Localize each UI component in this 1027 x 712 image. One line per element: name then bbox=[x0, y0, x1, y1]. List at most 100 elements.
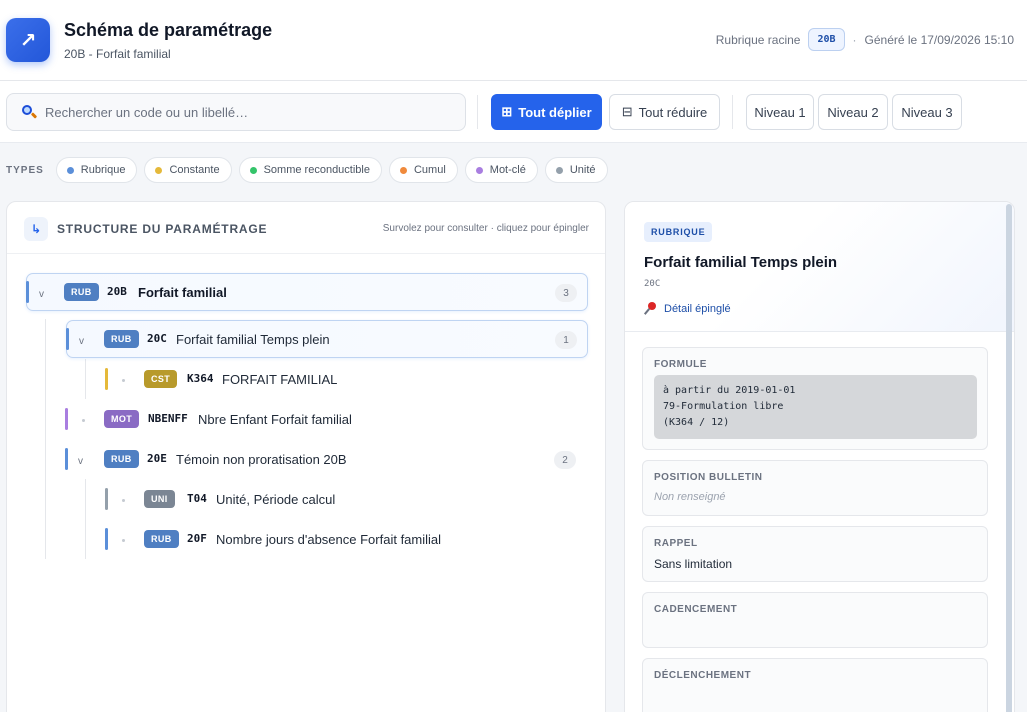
search-icon bbox=[21, 104, 38, 120]
node-type-tag: RUB bbox=[144, 530, 179, 548]
search-box[interactable] bbox=[6, 93, 466, 131]
rappel-value: Sans limitation bbox=[654, 557, 733, 571]
somme-dot bbox=[249, 166, 257, 174]
node-label: Nombre jours d'absence Forfait familial bbox=[216, 532, 442, 547]
structure-panel: ↳ STRUCTURE DU PARAMÉTRAGE Survolez pour… bbox=[6, 201, 606, 712]
tree-node-20B[interactable]: v RUB 20B Forfait familial 3 bbox=[26, 273, 588, 311]
pinned-label: Détail épinglé bbox=[664, 303, 731, 315]
types-label: TYPES bbox=[6, 164, 44, 176]
node-code: 20E bbox=[147, 452, 167, 465]
detail-scrollbar[interactable] bbox=[1006, 204, 1012, 712]
cumul-dot bbox=[399, 166, 407, 174]
level-3-button[interactable]: Niveau 3 bbox=[892, 94, 962, 130]
type-chip-somme-reconductible[interactable]: Somme reconductible bbox=[238, 157, 382, 183]
type-bar bbox=[65, 408, 68, 430]
collapse-all-button[interactable]: ⊟ Tout réduire bbox=[609, 94, 720, 130]
root-label: Rubrique racine bbox=[715, 32, 801, 47]
generated-timestamp: Généré le 17/09/2026 15:10 bbox=[864, 32, 1014, 47]
node-label: Forfait familial bbox=[138, 285, 227, 300]
root-code-badge: 20B bbox=[808, 28, 845, 51]
leaf-dot bbox=[122, 539, 125, 542]
tree-node-K364[interactable]: CST K364 FORFAIT FAMILIAL bbox=[105, 361, 586, 399]
rappel-section: RAPPEL Sans limitation bbox=[642, 526, 988, 582]
node-type-tag: RUB bbox=[104, 450, 139, 468]
position-bulletin-value: Non renseigné bbox=[654, 491, 726, 503]
constante-dot bbox=[155, 166, 163, 174]
tree-guide-line bbox=[45, 319, 46, 559]
detail-type-badge: RUBRIQUE bbox=[644, 222, 713, 242]
meta-separator: · bbox=[852, 32, 857, 47]
page-subtitle: 20B - Forfait familial bbox=[64, 47, 171, 61]
type-chip-label: Unité bbox=[569, 164, 596, 176]
unite-dot bbox=[555, 166, 563, 174]
node-code: K364 bbox=[187, 372, 214, 385]
expand-all-button[interactable]: ⊞ Tout déplier bbox=[491, 94, 602, 130]
node-label: Forfait familial Temps plein bbox=[176, 332, 330, 347]
type-chip-unite[interactable]: Unité bbox=[544, 157, 608, 183]
app-header: ↗ Schéma de paramétrage 20B - Forfait fa… bbox=[0, 0, 1027, 81]
chevron-down-icon[interactable]: v bbox=[79, 336, 84, 347]
position-bulletin-section: POSITION BULLETIN Non renseigné bbox=[642, 460, 988, 516]
cadencement-title: CADENCEMENT bbox=[654, 604, 738, 615]
mot-cle-dot bbox=[475, 166, 483, 174]
search-input[interactable] bbox=[45, 104, 445, 120]
type-bar bbox=[65, 448, 68, 470]
chevron-down-icon[interactable]: v bbox=[39, 289, 44, 300]
structure-panel-title: STRUCTURE DU PARAMÉTRAGE bbox=[57, 222, 268, 236]
node-code: T04 bbox=[187, 492, 207, 505]
formule-title: FORMULE bbox=[654, 359, 707, 370]
tree-branch-icon: ↳ bbox=[24, 217, 48, 241]
node-label: Témoin non proratisation 20B bbox=[176, 452, 347, 467]
detail-header: RUBRIQUE Forfait familial Temps plein 20… bbox=[625, 202, 1014, 332]
type-chip-rubrique[interactable]: Rubrique bbox=[55, 157, 138, 183]
tree-node-20E[interactable]: v RUB 20E Témoin non proratisation 20B 2 bbox=[65, 441, 586, 479]
tree-node-20F[interactable]: RUB 20F Nombre jours d'absence Forfait f… bbox=[105, 521, 586, 559]
node-code: 20F bbox=[187, 532, 207, 545]
structure-panel-header: ↳ STRUCTURE DU PARAMÉTRAGE Survolez pour… bbox=[7, 202, 605, 254]
toolbar: ⊞ Tout déplier ⊟ Tout réduire Niveau 1 N… bbox=[0, 81, 1027, 143]
node-code: NBENFF bbox=[148, 412, 188, 425]
detail-code: 20C bbox=[644, 279, 661, 289]
app-logo-arrow-icon: ↗ bbox=[6, 18, 50, 62]
rubrique-dot bbox=[66, 166, 74, 174]
toolbar-divider bbox=[477, 95, 478, 129]
type-chip-mot-cle[interactable]: Mot-clé bbox=[464, 157, 538, 183]
tree-guide-line bbox=[85, 479, 86, 559]
level-2-button[interactable]: Niveau 2 bbox=[818, 94, 888, 130]
leaf-dot bbox=[122, 379, 125, 382]
declenchement-section: DÉCLENCHEMENT bbox=[642, 658, 988, 712]
formule-section: FORMULE à partir du 2019-01-01 79-Formul… bbox=[642, 347, 988, 450]
node-code: 20C bbox=[147, 332, 167, 345]
rappel-title: RAPPEL bbox=[654, 538, 698, 549]
type-chip-constante[interactable]: Constante bbox=[144, 157, 232, 183]
type-bar bbox=[66, 328, 69, 350]
structure-panel-hint: Survolez pour consulter · cliquez pour é… bbox=[382, 223, 589, 234]
type-bar bbox=[105, 368, 108, 390]
position-bulletin-title: POSITION BULLETIN bbox=[654, 472, 763, 483]
type-chip-label: Mot-clé bbox=[489, 164, 526, 176]
type-bar bbox=[105, 488, 108, 510]
leaf-dot bbox=[82, 419, 85, 422]
chevron-down-icon[interactable]: v bbox=[78, 456, 83, 467]
pinned-indicator[interactable]: Détail épinglé bbox=[643, 302, 731, 316]
node-code: 20B bbox=[107, 285, 127, 298]
type-chip-cumul[interactable]: Cumul bbox=[388, 157, 458, 183]
node-label: Unité, Période calcul bbox=[216, 492, 336, 507]
tree-node-T04[interactable]: UNI T04 Unité, Période calcul bbox=[105, 481, 586, 519]
type-bar bbox=[105, 528, 108, 550]
detail-panel: RUBRIQUE Forfait familial Temps plein 20… bbox=[624, 201, 1015, 712]
type-chip-label: Constante bbox=[169, 164, 220, 176]
leaf-dot bbox=[122, 499, 125, 502]
level-1-button[interactable]: Niveau 1 bbox=[746, 94, 814, 130]
tree-node-20C[interactable]: v RUB 20C Forfait familial Temps plein 1 bbox=[66, 320, 588, 358]
declenchement-title: DÉCLENCHEMENT bbox=[654, 670, 752, 681]
tree-guide-line bbox=[85, 359, 86, 399]
child-count-badge: 3 bbox=[555, 284, 577, 302]
collapse-box-icon: ⊟ bbox=[621, 104, 633, 119]
header-meta: Rubrique racine 20B · Généré le 17/09/20… bbox=[716, 28, 1014, 51]
toolbar-divider bbox=[732, 95, 733, 129]
type-chip-label: Cumul bbox=[413, 164, 446, 176]
node-label: Nbre Enfant Forfait familial bbox=[198, 412, 352, 427]
tree-node-NBENFF[interactable]: MOT NBENFF Nbre Enfant Forfait familial bbox=[65, 401, 586, 439]
detail-title: Forfait familial Temps plein bbox=[644, 254, 838, 271]
